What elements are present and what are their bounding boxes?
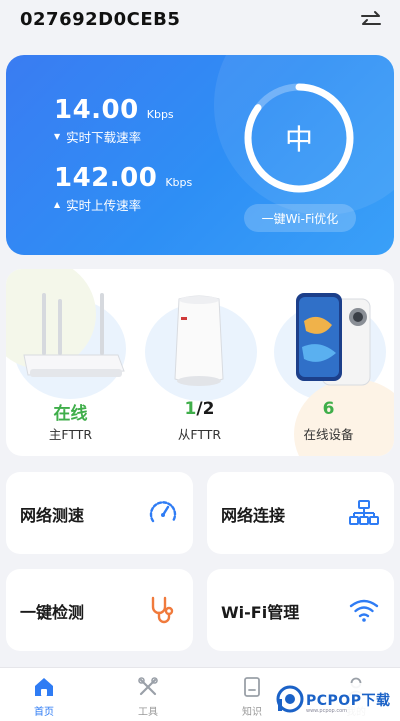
upload-speed-label: 实时上传速率	[66, 198, 142, 213]
home-icon	[35, 678, 53, 696]
wifi-label: Wi-Fi管理	[221, 603, 300, 622]
online-devices[interactable]: 6 在线设备	[264, 269, 394, 456]
online-devices-label: 在线设备	[303, 427, 354, 442]
tab-tools[interactable]: 工具	[108, 668, 188, 721]
watermark-text: PCPOP下载	[306, 693, 391, 709]
wifi-icon	[349, 599, 379, 622]
tab-tools-label: 工具	[138, 707, 158, 718]
stethoscope-icon	[151, 596, 174, 624]
device-id-title: 027692D0CEB5	[20, 9, 181, 30]
download-speed-unit: Kbps	[146, 108, 174, 121]
online-devices-count: 6	[322, 399, 335, 419]
main-fttr-device[interactable]: 在线 主FTTR	[6, 269, 135, 456]
tools-icon	[138, 677, 158, 696]
up-triangle-icon: ▲	[54, 200, 61, 209]
down-triangle-icon: ▼	[54, 132, 61, 141]
main-fttr-status: 在线	[53, 404, 88, 424]
speedtest-tile[interactable]: 网络测速	[6, 472, 193, 554]
sub-fttr-total-count: /2	[196, 399, 215, 419]
upload-speed-value: 142.00	[54, 163, 158, 193]
quality-ring: 中	[240, 79, 358, 197]
download-speed-value: 14.00	[54, 95, 139, 125]
network-topology-icon	[349, 500, 379, 525]
tab-home[interactable]: 首页	[4, 668, 84, 721]
fttr-node-icon	[174, 295, 224, 386]
watermark-subtext: www.pcpop.com	[306, 708, 347, 714]
upload-speed-block: 142.00 Kbps ▲ 实时上传速率	[54, 163, 192, 214]
sub-fttr-online-count: 1	[184, 399, 197, 419]
tab-home-label: 首页	[34, 707, 54, 718]
download-speed-label: 实时下载速率	[66, 130, 142, 145]
diagnose-tile[interactable]: 一键检测	[6, 569, 193, 651]
devices-card: 在线 主FTTR 1/2 从FTTR 6 在线设备	[6, 269, 394, 456]
smartphone-icon	[296, 293, 371, 386]
sub-fttr-label: 从FTTR	[177, 427, 222, 442]
header: 027692D0CEB5	[0, 0, 400, 48]
download-speed-block: 14.00 Kbps ▼ 实时下载速率	[54, 95, 174, 146]
sub-fttr-status: 1/2	[135, 399, 264, 419]
main-fttr-label: 主FTTR	[48, 427, 93, 442]
pcpop-watermark: PCPOP下载 www.pcpop.com	[270, 683, 400, 721]
switch-arrows-icon[interactable]	[360, 10, 382, 30]
diagnose-label: 一键检测	[20, 603, 85, 622]
speed-card: 14.00 Kbps ▼ 实时下载速率 142.00 Kbps ▲ 实时上传速率…	[6, 55, 394, 255]
connection-tile[interactable]: 网络连接	[207, 472, 394, 554]
router-icon	[23, 293, 125, 377]
wifi-tile[interactable]: Wi-Fi管理	[207, 569, 394, 651]
knowledge-icon	[244, 677, 260, 697]
speedometer-icon	[149, 501, 177, 523]
connection-label: 网络连接	[221, 506, 286, 525]
sub-fttr-device[interactable]: 1/2 从FTTR	[135, 269, 264, 456]
upload-speed-unit: Kbps	[165, 176, 193, 189]
quality-level-text: 中	[284, 123, 313, 156]
speedtest-label: 网络测速	[20, 506, 85, 525]
pcpop-logo-icon	[276, 685, 304, 713]
wifi-optimize-button[interactable]: 一键Wi-Fi优化	[244, 204, 356, 232]
